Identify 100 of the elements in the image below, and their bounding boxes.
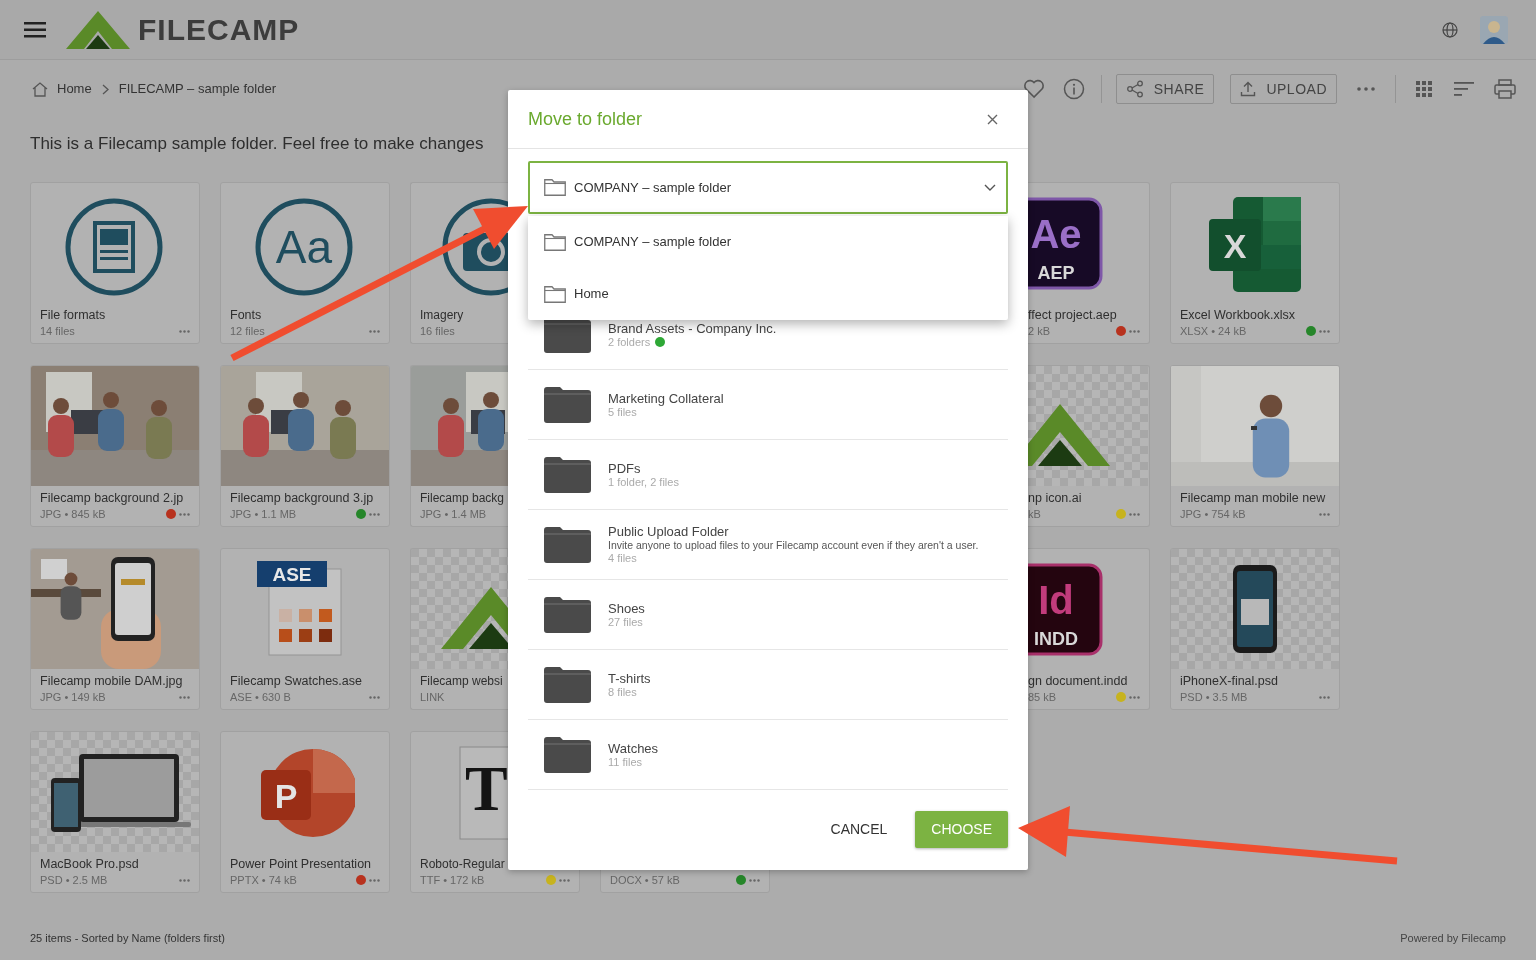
folder-icon bbox=[544, 233, 566, 251]
globe-icon[interactable] bbox=[1442, 21, 1458, 38]
more-icon[interactable] bbox=[1129, 695, 1140, 699]
file-info: PSD • 3.5 MB bbox=[1180, 689, 1248, 705]
file-info: XLSX • 24 kB bbox=[1180, 323, 1247, 339]
menu-icon[interactable] bbox=[24, 21, 46, 38]
file-card[interactable]: Id INDD gn document.indd 85 kB bbox=[1028, 548, 1150, 710]
file-type-icon: Id INDD bbox=[1028, 563, 1103, 656]
logo-text: FILECAMP bbox=[138, 14, 300, 45]
file-name: np icon.ai bbox=[1028, 490, 1083, 506]
file-card[interactable]: Aa Fonts 12 files bbox=[220, 182, 390, 344]
more-icon[interactable] bbox=[559, 878, 570, 882]
upload-button[interactable]: UPLOAD bbox=[1230, 74, 1337, 104]
folder-row[interactable]: Marketing Collateral 5 files bbox=[528, 370, 1008, 440]
file-card[interactable]: File formats 14 files bbox=[30, 182, 200, 344]
folder-info: 8 files bbox=[608, 685, 637, 699]
folder-row[interactable]: Public Upload Folder Invite anyone to upload files to your Filecamp account even if they aren't a user. 4 files bbox=[528, 510, 1008, 580]
file-card[interactable]: Filecamp man mobile new JPG • 754 kB bbox=[1170, 365, 1340, 527]
more-icon[interactable] bbox=[749, 878, 760, 882]
file-info: 12 files bbox=[230, 323, 265, 339]
more-icon[interactable] bbox=[369, 512, 380, 516]
share-button[interactable]: SHARE bbox=[1115, 74, 1215, 104]
more-icon[interactable] bbox=[369, 329, 380, 333]
file-card[interactable]: Filecamp websi LINK bbox=[410, 548, 508, 710]
dialog-title: Move to folder bbox=[528, 107, 643, 131]
breadcrumb-link[interactable]: FILECAMP – sample folder bbox=[118, 79, 276, 99]
file-name: Filecamp man mobile new bbox=[1179, 490, 1327, 506]
file-card[interactable]: Filecamp backg JPG • 1.4 MB bbox=[410, 365, 508, 527]
sort-icon[interactable] bbox=[1454, 82, 1474, 96]
file-type-icon: Ae AEP bbox=[1028, 197, 1103, 290]
more-icon[interactable] bbox=[179, 878, 190, 882]
file-card[interactable]: Filecamp background 2.jp JPG • 845 kB bbox=[30, 365, 200, 527]
folder-description: Invite anyone to upload files to your Filecamp account even if they aren't a user. bbox=[608, 539, 979, 552]
file-name: Power Point Presentation bbox=[229, 856, 373, 872]
more-icon[interactable] bbox=[1319, 695, 1330, 699]
folder-name: T-shirts bbox=[608, 670, 651, 686]
cancel-button[interactable]: CANCEL bbox=[830, 811, 888, 848]
folder-icon bbox=[544, 386, 591, 423]
file-info: 2 kB bbox=[1028, 323, 1050, 339]
folder-row[interactable]: Shoes 27 files bbox=[528, 580, 1008, 650]
folder-name: PDFs bbox=[608, 460, 642, 476]
file-info: 16 files bbox=[420, 323, 455, 339]
file-info: JPG • 754 kB bbox=[1180, 506, 1246, 522]
more-icon[interactable] bbox=[1319, 512, 1330, 516]
file-card[interactable]: MacBook Pro.psd PSD • 2.5 MB bbox=[30, 731, 200, 893]
file-card[interactable]: ASE Filecamp Swatches.ase ASE • 630 B bbox=[220, 548, 390, 710]
file-info: DOCX • 57 kB bbox=[610, 872, 680, 888]
folder-name: Public Upload Folder bbox=[608, 524, 730, 539]
folder-icon bbox=[544, 736, 591, 773]
file-name: Imagery bbox=[419, 307, 465, 323]
folder-row[interactable]: Watches 11 files bbox=[528, 720, 1008, 790]
home-icon[interactable] bbox=[32, 81, 48, 97]
folder-select[interactable]: COMPANY – sample folder bbox=[528, 161, 1008, 214]
folder-info: 5 files bbox=[608, 405, 637, 419]
file-card[interactable]: X Excel Workbook.xlsx XLSX • 24 kB bbox=[1170, 182, 1340, 344]
file-name: Filecamp background 3.jp bbox=[229, 490, 375, 506]
upload-icon bbox=[1240, 81, 1257, 97]
more-icon[interactable] bbox=[1357, 87, 1375, 91]
file-card[interactable]: Ae AEP ffect project.aep 2 kB bbox=[1028, 182, 1150, 344]
file-info: LINK bbox=[420, 689, 445, 705]
file-card[interactable]: P Power Point Presentation PPTX • 74 kB bbox=[220, 731, 390, 893]
folder-description: This is a Filecamp sample folder. Feel free to make changes bbox=[30, 133, 484, 155]
file-card[interactable]: Filecamp mobile DAM.jpg JPG • 149 kB bbox=[30, 548, 200, 710]
more-icon[interactable] bbox=[179, 512, 190, 516]
more-icon[interactable] bbox=[369, 878, 380, 882]
more-icon[interactable] bbox=[1129, 512, 1140, 516]
folder-row[interactable]: PDFs 1 folder, 2 files bbox=[528, 440, 1008, 510]
folder-icon bbox=[544, 456, 591, 493]
info-icon[interactable] bbox=[1062, 78, 1085, 100]
file-name: gn document.indd bbox=[1028, 673, 1129, 689]
more-icon[interactable] bbox=[179, 695, 190, 699]
folder-info: 27 files bbox=[608, 615, 643, 629]
file-card[interactable]: Imagery 16 files bbox=[410, 182, 508, 344]
folder-name: Watches bbox=[608, 740, 659, 756]
folder-name: Marketing Collateral bbox=[608, 390, 724, 406]
file-name: Filecamp Swatches.ase bbox=[229, 673, 363, 689]
more-icon[interactable] bbox=[1319, 329, 1330, 333]
document-icon bbox=[64, 197, 164, 297]
powered-by-link[interactable]: Powered by Filecamp bbox=[1400, 930, 1506, 947]
more-icon[interactable] bbox=[179, 329, 190, 333]
close-icon[interactable] bbox=[987, 113, 998, 125]
file-name: Filecamp backg bbox=[419, 490, 506, 506]
dropdown-option[interactable]: COMPANY – sample folder bbox=[528, 216, 1008, 268]
heart-icon[interactable] bbox=[1022, 79, 1045, 99]
file-card[interactable]: iPhoneX-final.psd PSD • 3.5 MB bbox=[1170, 548, 1340, 710]
more-icon[interactable] bbox=[1129, 329, 1140, 333]
file-card[interactable]: Filecamp background 3.jp JPG • 1.1 MB bbox=[220, 365, 390, 527]
file-name: Roboto-Regular bbox=[419, 856, 506, 872]
file-info: JPG • 845 kB bbox=[40, 506, 106, 522]
folder-icon bbox=[544, 526, 591, 563]
file-card[interactable]: np icon.ai kB bbox=[1028, 365, 1150, 527]
file-name: iPhoneX-final.psd bbox=[1179, 673, 1279, 689]
print-icon[interactable] bbox=[1494, 79, 1516, 99]
folder-icon bbox=[544, 179, 566, 196]
grid-view-icon[interactable] bbox=[1416, 81, 1432, 97]
share-icon bbox=[1125, 80, 1144, 98]
folder-row[interactable]: T-shirts 8 files bbox=[528, 650, 1008, 720]
more-icon[interactable] bbox=[369, 695, 380, 699]
breadcrumb-link[interactable]: Home bbox=[57, 79, 92, 99]
avatar-icon[interactable] bbox=[1480, 15, 1508, 44]
